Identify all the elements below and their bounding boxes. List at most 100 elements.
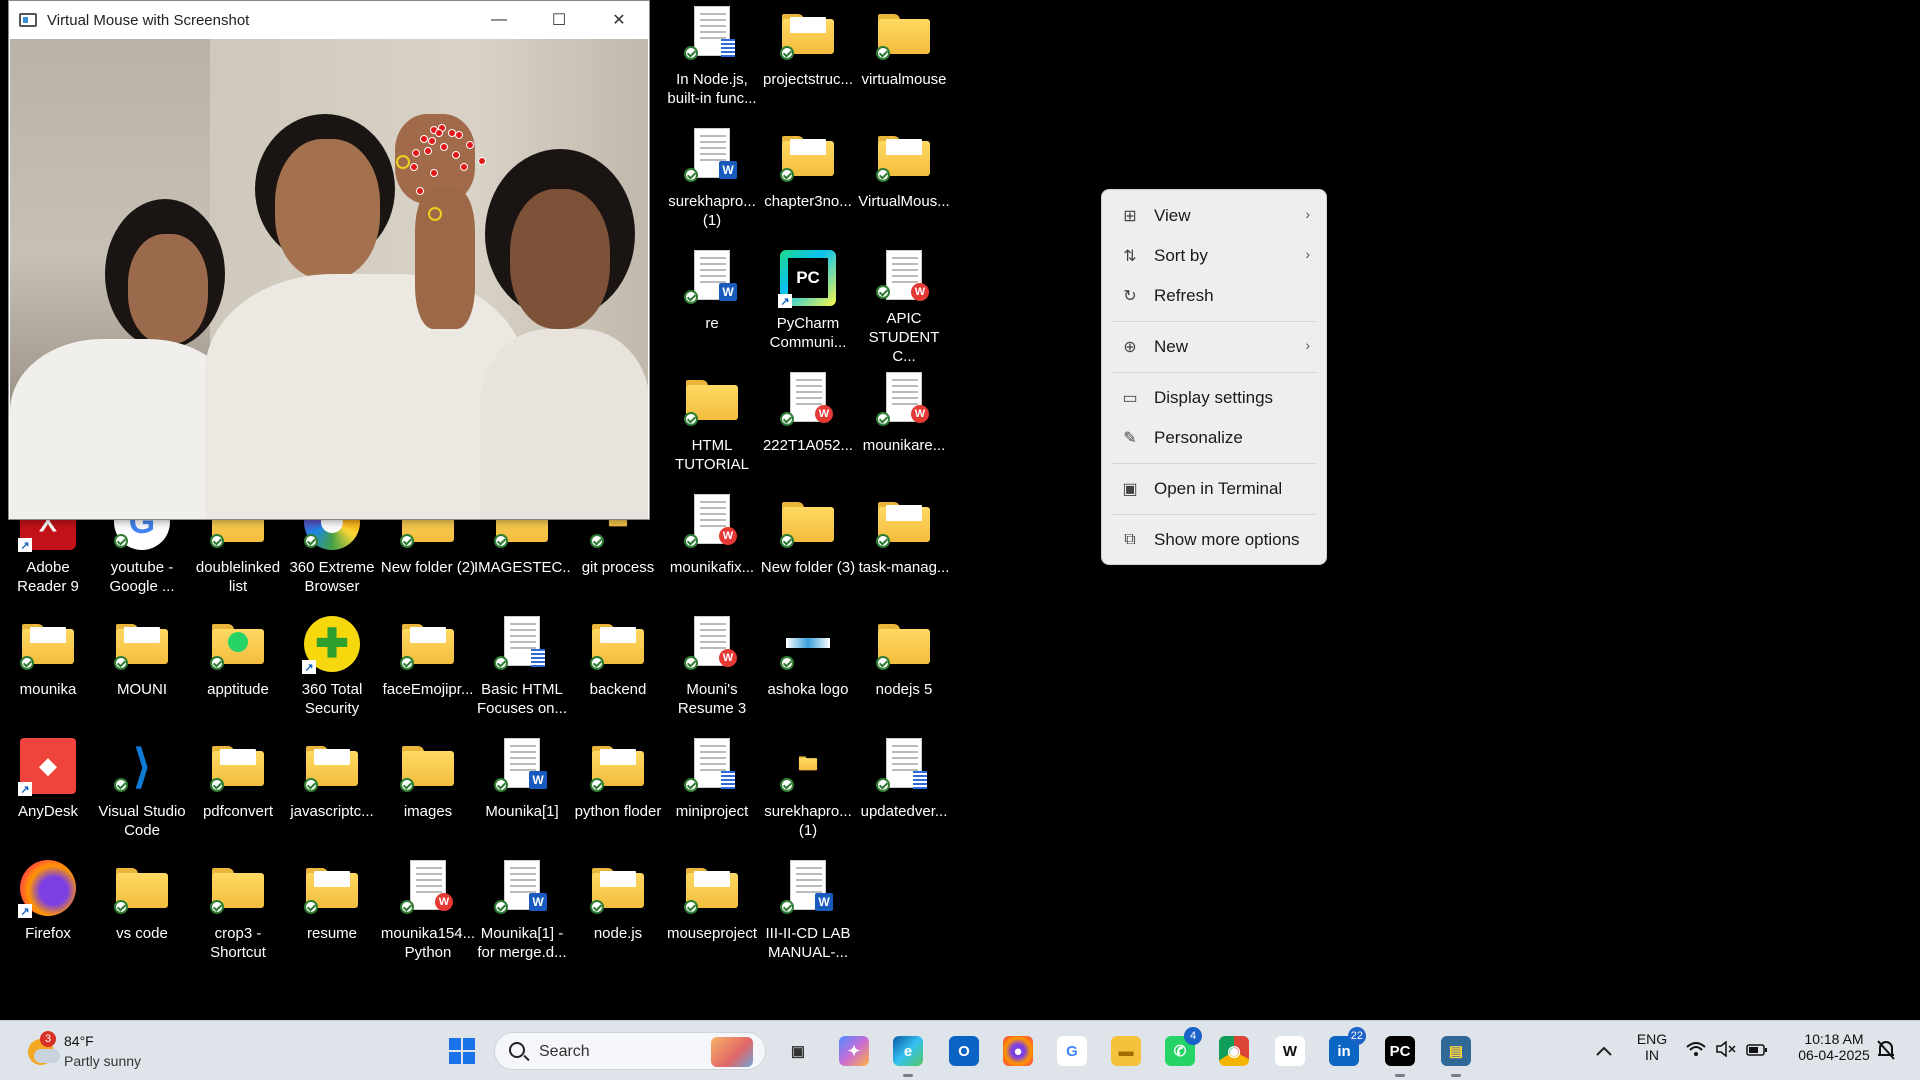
desktop-icon[interactable]: ashoka logo [760,610,856,728]
desktop-icon[interactable]: W 222T1A052... [760,366,856,484]
desktop-icon[interactable]: nodejs 5 [856,610,952,728]
desktop-icon[interactable]: Wmounikare... [856,366,952,484]
menu-item-new[interactable]: ⊕ New › [1106,327,1322,367]
menu-item-show-more-options[interactable]: ⧉ Show more options [1106,520,1322,560]
desktop-icon[interactable]: python floder [570,732,666,850]
desktop-icon[interactable]: node.js [570,854,666,972]
taskbar-app-wikipedia[interactable]: W [1270,1031,1310,1071]
desktop-icon[interactable]: pdfconvert [190,732,286,850]
desktop-icon[interactable]: vs code [94,854,190,972]
desktop-icon[interactable]: W Mouni's Resume 3 [664,610,760,728]
weather-widget[interactable]: 3 84°F Partly sunny [24,1029,164,1073]
menu-item-label: Show more options [1154,530,1300,549]
menu-item-view[interactable]: ⊞ View › [1106,196,1322,236]
desktop-icon[interactable]: crop3 - Shortcut [190,854,286,972]
desktop-icon[interactable]: W Mounika[1] [474,732,570,850]
taskbar-app-edge[interactable]: e [888,1031,928,1077]
desktop-icon[interactable]: PC ↗ PyCharm Communi... [760,244,856,362]
notification-bell-icon[interactable] [1876,1039,1896,1066]
desktop-icon[interactable]: HTML TUTORIAL [664,366,760,484]
desktop-icon[interactable]: ◆ ↗ AnyDesk [0,732,96,850]
desktop-icon[interactable]: chapter3no... [760,122,856,240]
desktop-icon[interactable]: surekhapro... (1) [760,732,856,850]
desktop-icon-label: python floder [574,803,662,820]
maximize-button[interactable]: ☐ [529,1,589,39]
desktop-icon[interactable]: Wmounikafix... [664,488,760,606]
desktop-icon-image: ✚ ↗ [300,612,364,676]
start-button[interactable] [442,1031,482,1071]
volume-muted-icon[interactable] [1716,1040,1736,1062]
desktop-icon-label: task-manag... [858,559,950,576]
desktop[interactable]: -In Node.js, built-in func...projectstru… [0,0,1920,1020]
desktop-context-menu[interactable]: ⊞ View › ⇅ Sort by › ↻ Refresh ⊕ New › ▭ Display set… [1101,189,1327,565]
menu-item-open-in-terminal[interactable]: ▣ Open in Terminal [1106,469,1322,509]
desktop-icon[interactable]: images [380,732,476,850]
desktop-icon[interactable]: W III-II-CD LAB MANUAL-... [760,854,856,972]
menu-item-refresh[interactable]: ↻ Refresh [1106,276,1322,316]
desktop-icon-image: W [490,734,554,798]
desktop-icon[interactable]: Wmounika154... Python [380,854,476,972]
desktop-icon-label: node.js [593,925,643,942]
desktop-icon[interactable]: New folder (3) [760,488,856,606]
taskbar-app-file-explorer[interactable]: ▬ [1106,1031,1146,1071]
desktop-icon[interactable]: MOUNI [94,610,190,728]
desktop-icon[interactable]: virtualmouse [856,0,952,118]
desktop-icon[interactable]: W Mounika[1] - for merge.d... [474,854,570,972]
taskbar-app-firefox[interactable]: ● [998,1031,1038,1071]
desktop-icon[interactable]: ✚ ↗ 360 Total Security [284,610,380,728]
outlook-icon: O [949,1036,979,1066]
desktop-icon-image: W [872,246,936,305]
weather-temperature: 84°F [64,1033,94,1049]
wifi-icon[interactable] [1686,1041,1706,1062]
taskbar-app-copilot[interactable]: ✦ [834,1031,874,1071]
minimize-button[interactable]: — [469,1,529,39]
desktop-icon[interactable]: backend [570,610,666,728]
desktop-icon[interactable]: task-manag... [856,488,952,606]
taskbar-app-whatsapp[interactable]: ✆ 4 [1160,1027,1202,1071]
taskbar-app-linkedin[interactable]: in 22 [1324,1027,1366,1071]
desktop-icon-image [586,856,650,920]
desktop-icon-label: AnyDesk [17,803,79,820]
desktop-icon[interactable]: javascriptc... [284,732,380,850]
clock[interactable]: 10:18 AM 06-04-2025 [1786,1031,1882,1063]
desktop-icon[interactable]: ↗ Firefox [0,854,96,972]
desktop-icon[interactable]: mouseproject [664,854,760,972]
desktop-icon[interactable]: W APIC STUDENT C... [856,244,952,362]
desktop-icon[interactable]: ⟩ Visual Studio Code [94,732,190,850]
window-titlebar[interactable]: Virtual Mouse with Screenshot — ☐ ✕ [9,1,649,39]
synced-status-icon [494,778,508,792]
virtual-mouse-window[interactable]: Virtual Mouse with Screenshot — ☐ ✕ [8,0,650,520]
language-indicator[interactable]: ENG IN [1634,1031,1670,1063]
menu-item-display-settings[interactable]: ▭ Display settings [1106,378,1322,418]
desktop-icon[interactable]: mounika [0,610,96,728]
menu-item-personalize[interactable]: ✎ Personalize [1106,418,1322,458]
close-button[interactable]: ✕ [589,1,649,39]
taskbar-app-python-app[interactable]: ▤ [1436,1031,1476,1077]
desktop-icon-image [586,734,650,798]
synced-status-icon [400,778,414,792]
taskbar-app-pycharm[interactable]: PC [1380,1031,1420,1077]
desktop-icon[interactable]: faceEmojipr... [380,610,476,728]
taskbar-app-outlook[interactable]: O [944,1031,984,1071]
menu-item-sort-by[interactable]: ⇅ Sort by › [1106,236,1322,276]
show-hidden-icons-button[interactable] [1592,1039,1616,1063]
desktop-icon[interactable]: projectstruc... [760,0,856,118]
desktop-icon[interactable]: resume [284,854,380,972]
desktop-icon[interactable]: Wre [664,244,760,362]
taskbar-app-google[interactable]: G [1052,1031,1092,1071]
desktop-icon[interactable]: miniproject [664,732,760,850]
taskbar-app-task-view[interactable]: ▣ [778,1031,818,1071]
desktop-icon[interactable]: Basic HTML Focuses on... [474,610,570,728]
desktop-icon[interactable]: In Node.js, built-in func... [664,0,760,118]
taskbar-app-chrome[interactable]: ◉ [1214,1031,1254,1071]
synced-status-icon [780,412,794,426]
desktop-icon[interactable]: VirtualMous... [856,122,952,240]
desktop-icon[interactable]: Wsurekhapro... (1) [664,122,760,240]
desktop-icon[interactable]: apptitude [190,610,286,728]
wps-document-icon: W [886,250,929,301]
taskbar-search-box[interactable]: Search [494,1032,766,1070]
copilot-icon: ✦ [839,1036,869,1066]
battery-icon[interactable] [1746,1043,1768,1061]
cursor-ring-marker [428,207,442,221]
desktop-icon[interactable]: updatedver... [856,732,952,850]
